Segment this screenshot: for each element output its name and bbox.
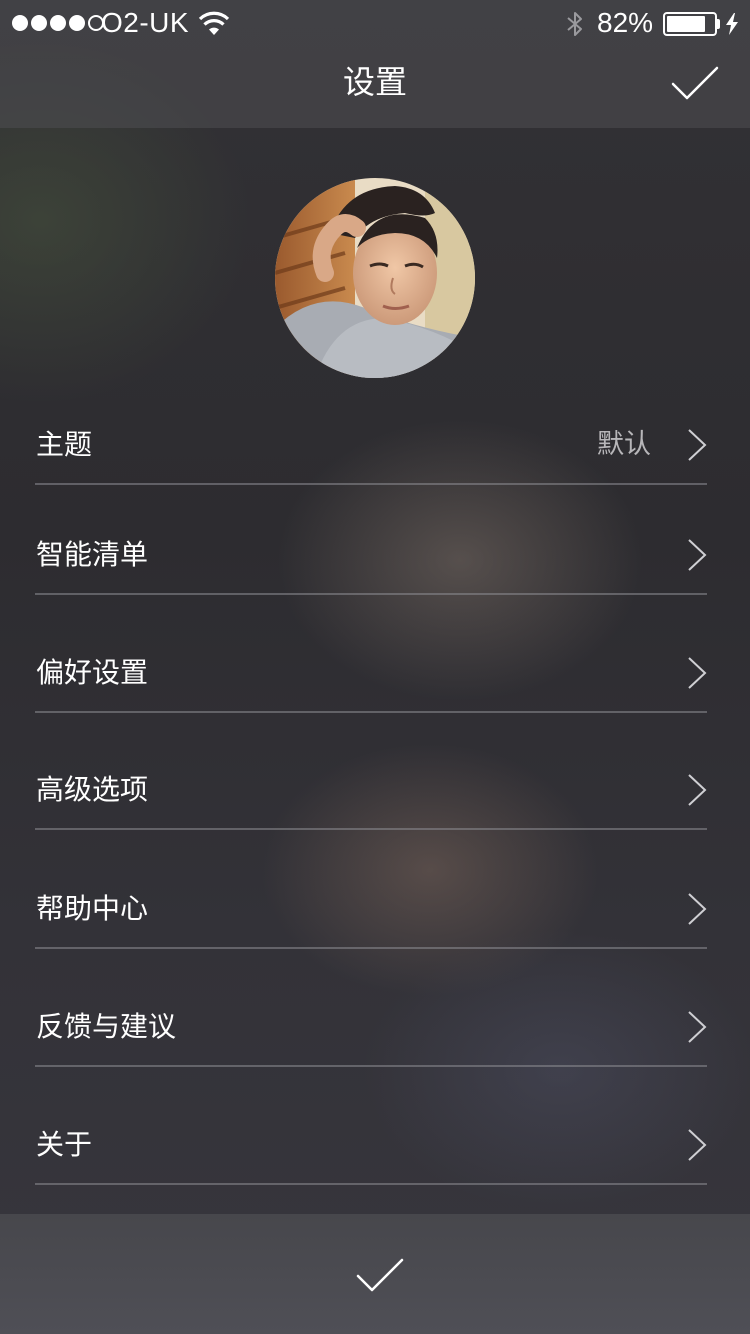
bottom-toolbar — [0, 1214, 750, 1334]
battery-level — [667, 16, 705, 32]
divider — [35, 1183, 707, 1185]
menu-item-feedback[interactable]: 反馈与建议 — [35, 987, 707, 1067]
chevron-right-icon — [688, 1011, 707, 1043]
signal-dot — [12, 15, 28, 31]
menu-item-advanced[interactable]: 高级选项 — [35, 750, 707, 830]
menu-item-about[interactable]: 关于 — [35, 1105, 707, 1185]
menu-item-label: 偏好设置 — [36, 656, 149, 689]
menu-item-label: 主题 — [36, 428, 93, 461]
battery-icon — [663, 12, 717, 36]
chevron-right-icon — [688, 539, 707, 571]
divider — [35, 593, 707, 595]
divider — [35, 483, 707, 485]
menu-item-preferences[interactable]: 偏好设置 — [35, 633, 707, 713]
charging-bolt-icon — [726, 13, 738, 35]
divider — [35, 828, 707, 830]
chevron-right-icon — [688, 657, 707, 689]
chevron-right-icon — [688, 774, 707, 806]
battery-cap — [717, 19, 720, 29]
checkmark-icon[interactable] — [670, 64, 720, 104]
page-title: 设置 — [342, 63, 407, 101]
avatar[interactable] — [275, 178, 475, 378]
signal-strength-icon — [12, 15, 104, 31]
menu-item-label: 高级选项 — [36, 773, 149, 806]
signal-dot — [69, 15, 85, 31]
divider — [35, 947, 707, 949]
battery-percentage: 82% — [597, 7, 654, 38]
signal-dot — [31, 15, 47, 31]
chevron-right-icon — [688, 893, 707, 925]
menu-item-label: 反馈与建议 — [36, 1010, 177, 1043]
menu-item-label: 智能清单 — [36, 538, 149, 571]
menu-item-label: 帮助中心 — [36, 892, 149, 925]
wifi-icon — [198, 11, 230, 35]
chevron-right-icon — [688, 429, 707, 461]
menu-item-help-center[interactable]: 帮助中心 — [35, 869, 707, 949]
carrier-name: O2-UK — [101, 7, 190, 38]
menu-item-theme[interactable]: 主题 默认 — [35, 405, 707, 485]
bluetooth-icon — [567, 12, 582, 36]
user-avatar-photo — [275, 178, 475, 378]
checkmark-icon[interactable] — [355, 1256, 405, 1296]
divider — [35, 1065, 707, 1067]
status-bar: O2-UK 82% — [0, 0, 750, 48]
settings-screen: 设置 O2-UK 82% 主题 默认 智能清单 偏好设置 高级选项 帮助中心 反… — [0, 0, 750, 1334]
menu-item-value: 默认 — [597, 429, 651, 460]
menu-item-label: 关于 — [36, 1128, 93, 1161]
menu-item-smart-lists[interactable]: 智能清单 — [35, 515, 707, 595]
signal-dot — [50, 15, 66, 31]
chevron-right-icon — [688, 1129, 707, 1161]
divider — [35, 711, 707, 713]
